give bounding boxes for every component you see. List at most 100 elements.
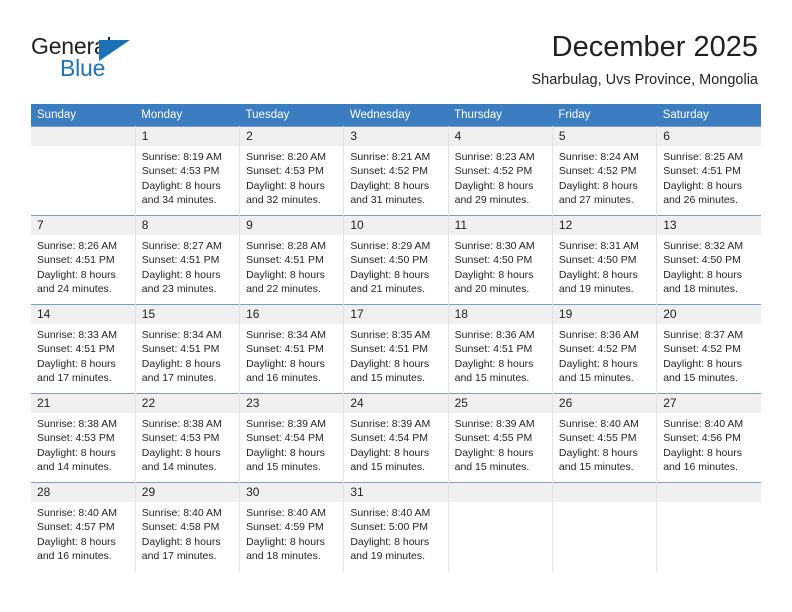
sunrise-text: Sunrise: 8:20 AM <box>246 151 327 163</box>
calendar-week-row: 7 Sunrise: 8:26 AM Sunset: 4:51 PM Daylight… <box>31 215 761 305</box>
day-details: Sunrise: 8:19 AM Sunset: 4:53 PM Daylight:… <box>136 146 239 208</box>
sunrise-text: Sunrise: 8:38 AM <box>37 418 117 430</box>
day-number: 8 <box>135 216 240 235</box>
calendar-day-cell[interactable]: 2 Sunrise: 8:20 AM Sunset: 4:53 PM Daylight… <box>239 126 345 216</box>
sunrise-text: Sunrise: 8:35 AM <box>350 329 431 341</box>
calendar-day-cell[interactable]: 29 Sunrise: 8:40 AM Sunset: 4:58 PM Dayligh… <box>134 482 241 572</box>
calendar-week-row: 1 Sunrise: 8:19 AM Sunset: 4:53 PM Daylight… <box>31 126 761 216</box>
day-number: 1 <box>135 127 240 146</box>
sunset-text: Sunset: 4:52 PM <box>558 343 637 356</box>
daylight-text-line2: and 15 minutes. <box>558 461 634 474</box>
sunrise-text: Sunrise: 8:40 AM <box>141 507 222 519</box>
calendar-day-cell[interactable]: 22 Sunrise: 8:38 AM Sunset: 4:53 PM Dayligh… <box>134 393 241 483</box>
daylight-text-line2: and 17 minutes. <box>37 372 112 385</box>
page-title: December 2025 <box>551 31 758 63</box>
day-number: 13 <box>657 216 761 235</box>
day-details: Sunrise: 8:40 AM Sunset: 5:00 PM Daylight:… <box>344 502 447 564</box>
daylight-text-line1: Daylight: 8 hours <box>454 446 534 459</box>
calendar-day-cell[interactable]: 11 Sunrise: 8:30 AM Sunset: 4:50 PM Dayligh… <box>447 215 553 305</box>
calendar-day-cell[interactable]: 9 Sunrise: 8:28 AM Sunset: 4:51 PM Daylight… <box>239 215 345 305</box>
daylight-text-line1: Daylight: 8 hours <box>246 535 325 548</box>
daylight-text-line1: Daylight: 8 hours <box>350 357 430 370</box>
sunrise-text: Sunrise: 8:40 AM <box>37 507 117 519</box>
sunrise-text: Sunrise: 8:40 AM <box>246 507 327 519</box>
calendar-day-cell[interactable]: 27 Sunrise: 8:40 AM Sunset: 4:56 PM Dayligh… <box>656 393 761 483</box>
calendar-day-cell[interactable]: 23 Sunrise: 8:39 AM Sunset: 4:54 PM Dayligh… <box>239 393 345 483</box>
sunrise-text: Sunrise: 8:19 AM <box>141 151 222 163</box>
sunset-text: Sunset: 4:54 PM <box>246 432 324 445</box>
calendar-day-cell[interactable]: 10 Sunrise: 8:29 AM Sunset: 4:50 PM Dayligh… <box>343 215 449 305</box>
day-number: 18 <box>448 305 552 324</box>
calendar-day-cell[interactable]: 14 Sunrise: 8:33 AM Sunset: 4:51 PM Dayligh… <box>31 304 136 394</box>
calendar-day-cell[interactable]: 13 Sunrise: 8:32 AM Sunset: 4:50 PM Dayligh… <box>656 215 761 305</box>
sunrise-text: Sunrise: 8:21 AM <box>350 151 431 163</box>
sunrise-text: Sunrise: 8:25 AM <box>663 151 744 163</box>
sunrise-text: Sunrise: 8:24 AM <box>558 151 639 163</box>
calendar-day-cell[interactable]: 20 Sunrise: 8:37 AM Sunset: 4:52 PM Dayligh… <box>656 304 761 394</box>
calendar-day-cell[interactable]: 30 Sunrise: 8:40 AM Sunset: 4:59 PM Dayligh… <box>239 482 345 572</box>
calendar-day-cell[interactable]: 19 Sunrise: 8:36 AM Sunset: 4:52 PM Dayligh… <box>551 304 658 394</box>
day-details: Sunrise: 8:36 AM Sunset: 4:51 PM Daylight:… <box>449 324 552 386</box>
weekday-header-friday: Friday <box>552 104 657 127</box>
calendar-day-cell[interactable]: 21 Sunrise: 8:38 AM Sunset: 4:53 PM Dayligh… <box>31 393 136 483</box>
daylight-text-line1: Daylight: 8 hours <box>141 535 221 548</box>
sunset-text: Sunset: 4:53 PM <box>37 432 115 445</box>
daylight-text-line2: and 15 minutes. <box>454 372 530 385</box>
day-details: Sunrise: 8:28 AM Sunset: 4:51 PM Daylight:… <box>240 235 343 297</box>
sunset-text: Sunset: 4:51 PM <box>141 254 220 267</box>
calendar-day-cell[interactable]: 26 Sunrise: 8:40 AM Sunset: 4:55 PM Dayligh… <box>551 393 658 483</box>
calendar-day-cell[interactable]: 12 Sunrise: 8:31 AM Sunset: 4:50 PM Dayligh… <box>551 215 658 305</box>
calendar-day-cell[interactable]: 5 Sunrise: 8:24 AM Sunset: 4:52 PM Daylight… <box>551 126 658 216</box>
calendar-day-cell[interactable]: 4 Sunrise: 8:23 AM Sunset: 4:52 PM Daylight… <box>447 126 553 216</box>
calendar-page: General Blue December 2025 Sharbulag, Uv… <box>0 0 792 612</box>
calendar-day-cell[interactable]: 7 Sunrise: 8:26 AM Sunset: 4:51 PM Daylight… <box>31 215 136 305</box>
day-details: Sunrise: 8:40 AM Sunset: 4:57 PM Daylight:… <box>31 502 135 564</box>
sunset-text: Sunset: 4:50 PM <box>454 254 533 267</box>
daylight-text-line1: Daylight: 8 hours <box>246 446 325 459</box>
sunset-text: Sunset: 4:50 PM <box>350 254 428 267</box>
sunset-text: Sunset: 4:51 PM <box>350 343 428 356</box>
daylight-text-line2: and 15 minutes. <box>350 372 426 385</box>
sunset-text: Sunset: 4:55 PM <box>558 432 637 445</box>
sunset-text: Sunset: 4:51 PM <box>246 254 324 267</box>
day-details: Sunrise: 8:29 AM Sunset: 4:50 PM Daylight:… <box>344 235 447 297</box>
calendar-day-cell[interactable]: 1 Sunrise: 8:19 AM Sunset: 4:53 PM Daylight… <box>134 126 241 216</box>
calendar-day-cell[interactable]: 17 Sunrise: 8:35 AM Sunset: 4:51 PM Dayligh… <box>343 304 449 394</box>
calendar-day-cell[interactable]: 15 Sunrise: 8:34 AM Sunset: 4:51 PM Dayligh… <box>134 304 241 394</box>
daylight-text-line1: Daylight: 8 hours <box>663 357 742 370</box>
sunset-text: Sunset: 4:52 PM <box>454 165 533 178</box>
calendar-day-cell-empty <box>31 126 136 216</box>
day-details: Sunrise: 8:23 AM Sunset: 4:52 PM Daylight:… <box>449 146 552 208</box>
day-number: 4 <box>448 127 552 146</box>
sunrise-text: Sunrise: 8:36 AM <box>454 329 535 341</box>
day-number: 17 <box>344 305 448 324</box>
daylight-text-line2: and 18 minutes. <box>663 283 738 296</box>
day-number <box>552 483 657 502</box>
daylight-text-line2: and 31 minutes. <box>350 194 426 207</box>
daylight-text-line1: Daylight: 8 hours <box>141 357 221 370</box>
calendar-day-cell[interactable]: 3 Sunrise: 8:21 AM Sunset: 4:52 PM Daylight… <box>343 126 449 216</box>
sunset-text: Sunset: 4:50 PM <box>663 254 741 267</box>
calendar-day-cell[interactable]: 31 Sunrise: 8:40 AM Sunset: 5:00 PM Dayligh… <box>343 482 449 572</box>
calendar-day-cell[interactable]: 18 Sunrise: 8:36 AM Sunset: 4:51 PM Dayligh… <box>447 304 553 394</box>
calendar-day-cell[interactable]: 24 Sunrise: 8:39 AM Sunset: 4:54 PM Dayligh… <box>343 393 449 483</box>
day-number: 5 <box>552 127 657 146</box>
calendar-day-cell[interactable]: 28 Sunrise: 8:40 AM Sunset: 4:57 PM Dayligh… <box>31 482 136 572</box>
calendar-day-cell[interactable]: 6 Sunrise: 8:25 AM Sunset: 4:51 PM Daylight… <box>656 126 761 216</box>
daylight-text-line2: and 20 minutes. <box>454 283 530 296</box>
daylight-text-line2: and 14 minutes. <box>37 461 112 474</box>
sunset-text: Sunset: 4:59 PM <box>246 521 324 534</box>
daylight-text-line2: and 19 minutes. <box>350 550 426 563</box>
calendar-day-cell[interactable]: 8 Sunrise: 8:27 AM Sunset: 4:51 PM Daylight… <box>134 215 241 305</box>
general-blue-logo[interactable]: General Blue <box>31 33 161 81</box>
calendar-day-cell[interactable]: 16 Sunrise: 8:34 AM Sunset: 4:51 PM Dayligh… <box>239 304 345 394</box>
sunrise-text: Sunrise: 8:37 AM <box>663 329 744 341</box>
daylight-text-line2: and 15 minutes. <box>454 461 530 474</box>
daylight-text-line2: and 23 minutes. <box>141 283 217 296</box>
calendar-day-cell-empty <box>656 482 761 572</box>
calendar-day-cell[interactable]: 25 Sunrise: 8:39 AM Sunset: 4:55 PM Dayligh… <box>447 393 553 483</box>
daylight-text-line1: Daylight: 8 hours <box>246 179 325 192</box>
day-details: Sunrise: 8:39 AM Sunset: 4:54 PM Daylight:… <box>344 413 447 475</box>
sunrise-text: Sunrise: 8:27 AM <box>141 240 222 252</box>
day-number <box>448 483 552 502</box>
